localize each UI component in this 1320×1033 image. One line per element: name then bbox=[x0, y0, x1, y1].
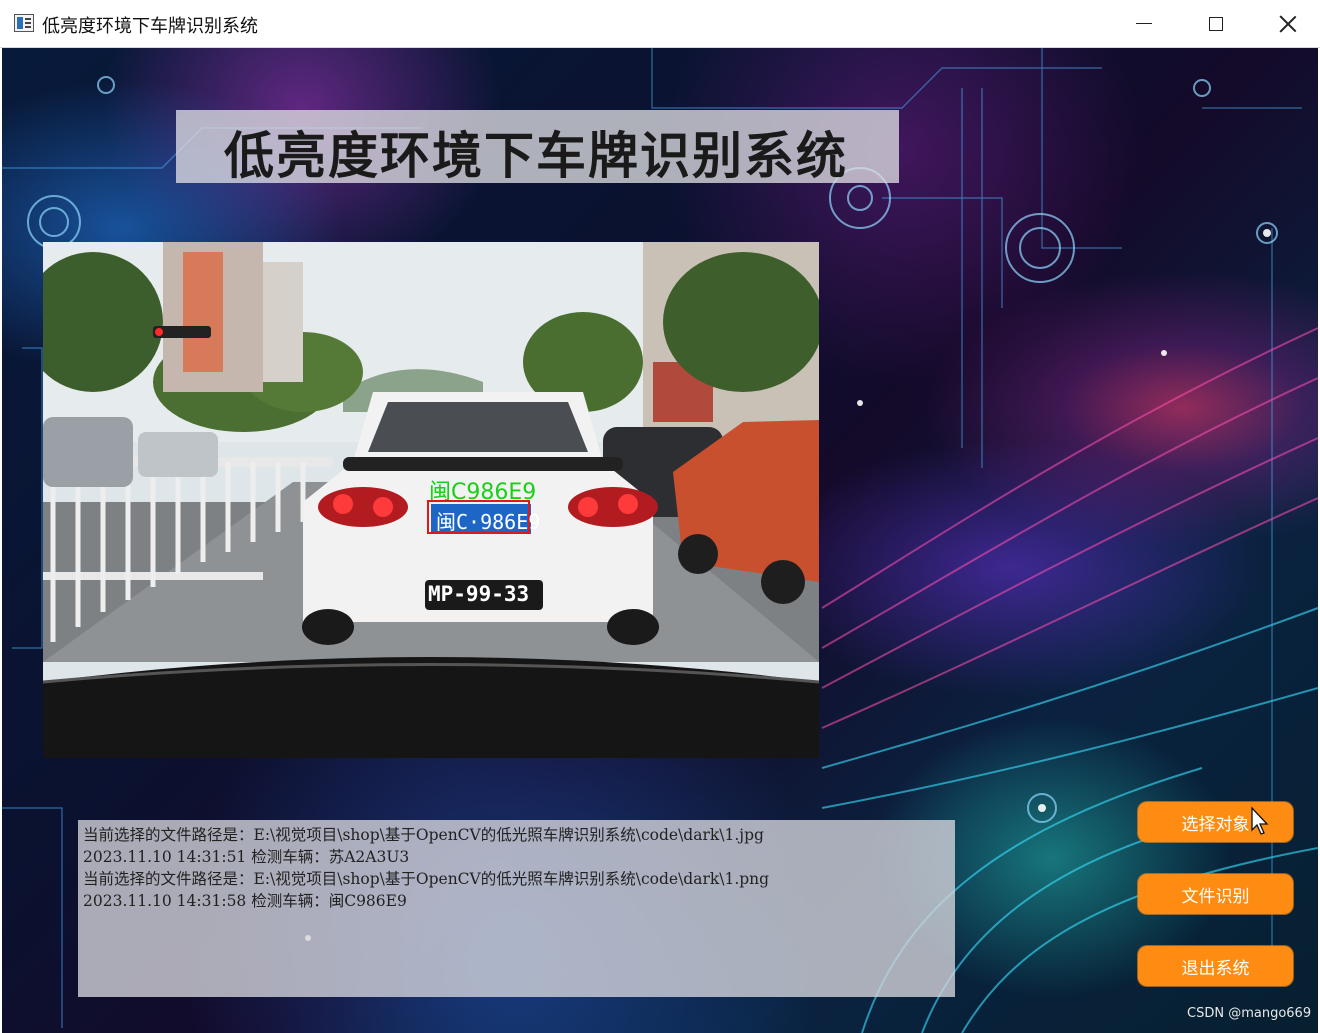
window-titlebar: 低亮度环境下车牌识别系统 bbox=[0, 0, 1320, 48]
log-line: 当前选择的文件路径是：E:\视觉项目\shop\基于OpenCV的低光照车牌识别… bbox=[83, 826, 764, 844]
app-icon bbox=[14, 14, 34, 32]
csdn-watermark: CSDN @mango669 bbox=[1187, 1006, 1312, 1021]
minimize-button[interactable] bbox=[1108, 0, 1180, 47]
log-panel[interactable]: 当前选择的文件路径是：E:\视觉项目\shop\基于OpenCV的低光照车牌识别… bbox=[78, 820, 955, 997]
window-title: 低亮度环境下车牌识别系统 bbox=[42, 16, 258, 37]
close-icon bbox=[1279, 15, 1297, 33]
minimize-icon bbox=[1136, 23, 1152, 24]
log-line: 2023.11.10 14:31:51 检测车辆：苏A2A3U3 bbox=[83, 848, 410, 866]
exit-system-button[interactable]: 退出系统 bbox=[1138, 946, 1293, 986]
log-line: 当前选择的文件路径是：E:\视觉项目\shop\基于OpenCV的低光照车牌识别… bbox=[83, 870, 770, 888]
mouse-cursor-icon bbox=[1251, 806, 1269, 835]
file-recognize-button[interactable]: 文件识别 bbox=[1138, 874, 1293, 914]
result-image: 闽C986E9 闽C·986E9 MP-99-33 bbox=[43, 242, 819, 758]
maximize-icon bbox=[1209, 16, 1223, 31]
rear-plate-text: MP-99-33 bbox=[428, 582, 530, 606]
close-button[interactable] bbox=[1252, 0, 1320, 47]
maximize-button[interactable] bbox=[1180, 0, 1252, 47]
system-title: 低亮度环境下车牌识别系统 bbox=[224, 127, 848, 185]
system-title-banner: 低亮度环境下车牌识别系统 bbox=[176, 110, 899, 185]
log-line: 2023.11.10 14:31:58 检测车辆：闽C986E9 bbox=[83, 892, 407, 910]
detected-plate-text: 闽C·986E9 bbox=[436, 510, 541, 534]
